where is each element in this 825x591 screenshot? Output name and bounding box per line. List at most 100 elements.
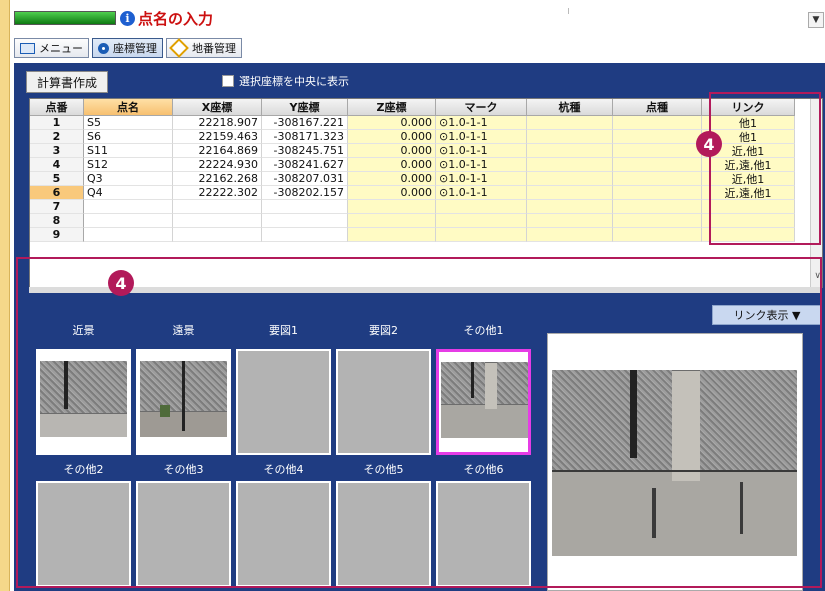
row-number[interactable]: 6 [30,186,84,200]
stake-type-cell[interactable] [527,228,613,242]
x-coord-cell[interactable]: 22224.930 [173,158,262,172]
coord-label: 座標管理 [113,42,157,55]
y-coord-cell[interactable]: -308202.157 [262,186,348,200]
calc-report-button[interactable]: 計算書作成 [26,71,109,93]
header-point-name[interactable]: 点名 [84,99,173,116]
x-coord-cell[interactable] [173,228,262,242]
z-coord-cell[interactable]: 0.000 [348,116,436,130]
toolbar: メニュー 座標管理 地番管理 [14,38,242,58]
lot-icon [169,38,189,58]
lot-manage-button[interactable]: 地番管理 [166,38,242,58]
row-number[interactable]: 7 [30,200,84,214]
point-name-cell[interactable]: Q4 [84,186,173,200]
point-type-cell[interactable] [613,130,702,144]
menu-button[interactable]: メニュー [14,38,89,58]
point-name-cell[interactable]: S12 [84,158,173,172]
row-number[interactable]: 8 [30,214,84,228]
z-coord-cell[interactable]: 0.000 [348,172,436,186]
menu-label: メニュー [39,42,83,55]
center-display-checkbox[interactable] [222,75,234,87]
header-y[interactable]: Y座標 [262,99,348,116]
z-coord-cell[interactable] [348,214,436,228]
point-name-cell[interactable] [84,214,173,228]
point-type-cell[interactable] [613,214,702,228]
window-edge-strip [0,0,10,591]
x-coord-cell[interactable] [173,200,262,214]
header-x[interactable]: X座標 [173,99,262,116]
z-coord-cell[interactable]: 0.000 [348,186,436,200]
menu-icon [20,42,35,54]
point-type-cell[interactable] [613,186,702,200]
mark-cell[interactable]: ⊙1.0-1-1 [436,116,527,130]
mark-cell[interactable]: ⊙1.0-1-1 [436,130,527,144]
x-coord-cell[interactable]: 22159.463 [173,130,262,144]
callout-badge: 4 [108,270,134,296]
info-icon: i [120,10,135,26]
lot-label: 地番管理 [192,42,236,55]
mark-cell[interactable]: ⊙1.0-1-1 [436,144,527,158]
stake-type-cell[interactable] [527,214,613,228]
z-coord-cell[interactable]: 0.000 [348,130,436,144]
row-number[interactable]: 5 [30,172,84,186]
x-coord-cell[interactable]: 22218.907 [173,116,262,130]
stake-type-cell[interactable] [527,172,613,186]
x-coord-cell[interactable] [173,214,262,228]
header-stake-type[interactable]: 杭種 [527,99,613,116]
mark-cell[interactable] [436,200,527,214]
z-coord-cell[interactable]: 0.000 [348,158,436,172]
coord-manage-button[interactable]: 座標管理 [92,38,163,58]
point-name-cell[interactable] [84,200,173,214]
stake-type-cell[interactable] [527,186,613,200]
point-name-cell[interactable]: S11 [84,144,173,158]
callout-frame-link [709,92,821,245]
point-type-cell[interactable] [613,200,702,214]
point-type-cell[interactable] [613,158,702,172]
stake-type-cell[interactable] [527,130,613,144]
mark-cell[interactable] [436,214,527,228]
stake-type-cell[interactable] [527,158,613,172]
y-coord-cell[interactable]: -308245.751 [262,144,348,158]
point-type-cell[interactable] [613,144,702,158]
x-coord-cell[interactable]: 22164.869 [173,144,262,158]
dropdown-icon[interactable]: ▼ [808,12,824,28]
y-coord-cell[interactable] [262,228,348,242]
mark-cell[interactable]: ⊙1.0-1-1 [436,186,527,200]
header-point-no[interactable]: 点番 [30,99,84,116]
point-name-cell[interactable]: S5 [84,116,173,130]
x-coord-cell[interactable]: 22162.268 [173,172,262,186]
z-coord-cell[interactable] [348,228,436,242]
stake-type-cell[interactable] [527,116,613,130]
z-coord-cell[interactable]: 0.000 [348,144,436,158]
mark-cell[interactable]: ⊙1.0-1-1 [436,158,527,172]
header-mark[interactable]: マーク [436,99,527,116]
row-number[interactable]: 2 [30,130,84,144]
callout-frame-photos [16,257,822,588]
point-type-cell[interactable] [613,228,702,242]
point-type-cell[interactable] [613,116,702,130]
y-coord-cell[interactable]: -308207.031 [262,172,348,186]
center-display-label: 選択座標を中央に表示 [239,75,349,88]
row-number[interactable]: 4 [30,158,84,172]
y-coord-cell[interactable] [262,200,348,214]
center-display-option[interactable]: 選択座標を中央に表示 [222,73,349,89]
header-z[interactable]: Z座標 [348,99,436,116]
stake-type-cell[interactable] [527,200,613,214]
point-name-cell[interactable]: S6 [84,130,173,144]
row-number[interactable]: 9 [30,228,84,242]
point-type-cell[interactable] [613,172,702,186]
z-coord-cell[interactable] [348,200,436,214]
row-number[interactable]: 1 [30,116,84,130]
x-coord-cell[interactable]: 22222.302 [173,186,262,200]
y-coord-cell[interactable]: -308167.221 [262,116,348,130]
point-name-cell[interactable] [84,228,173,242]
point-name-cell[interactable]: Q3 [84,172,173,186]
y-coord-cell[interactable]: -308171.323 [262,130,348,144]
y-coord-cell[interactable] [262,214,348,228]
header-point-type[interactable]: 点種 [613,99,702,116]
mark-cell[interactable]: ⊙1.0-1-1 [436,172,527,186]
coordinate-grid: 点番 点名 X座標 Y座標 Z座標 マーク 杭種 点種 リンク 1 S5 22218.907 -3081… [30,99,822,242]
y-coord-cell[interactable]: -308241.627 [262,158,348,172]
row-number[interactable]: 3 [30,144,84,158]
stake-type-cell[interactable] [527,144,613,158]
mark-cell[interactable] [436,228,527,242]
